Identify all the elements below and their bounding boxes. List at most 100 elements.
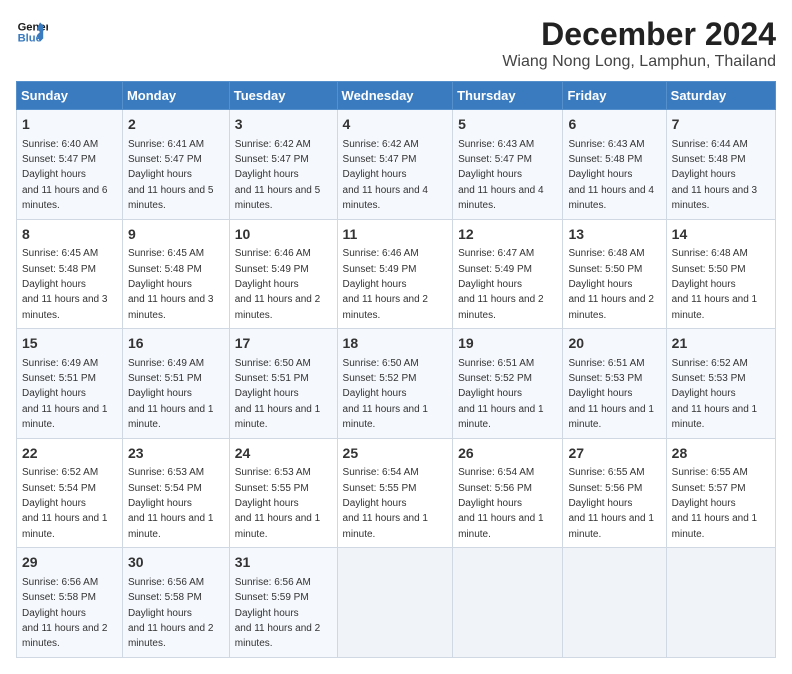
calendar-cell: 27 Sunrise: 6:55 AMSunset: 5:56 PMDaylig… [563, 438, 666, 548]
day-detail: Sunrise: 6:51 AMSunset: 5:52 PMDaylight … [458, 358, 543, 431]
day-number: 14 [672, 225, 770, 245]
day-number: 24 [235, 444, 332, 464]
day-detail: Sunrise: 6:43 AMSunset: 5:48 PMDaylight … [568, 139, 653, 212]
calendar-cell: 7 Sunrise: 6:44 AMSunset: 5:48 PMDayligh… [666, 110, 775, 220]
header-monday: Monday [122, 82, 229, 110]
calendar-cell: 2 Sunrise: 6:41 AMSunset: 5:47 PMDayligh… [122, 110, 229, 220]
day-number: 2 [128, 115, 224, 135]
day-detail: Sunrise: 6:56 AMSunset: 5:58 PMDaylight … [128, 577, 213, 650]
calendar-week-3: 15 Sunrise: 6:49 AMSunset: 5:51 PMDaylig… [17, 329, 776, 439]
day-detail: Sunrise: 6:55 AMSunset: 5:57 PMDaylight … [672, 467, 757, 540]
calendar-cell: 25 Sunrise: 6:54 AMSunset: 5:55 PMDaylig… [337, 438, 453, 548]
calendar-cell: 17 Sunrise: 6:50 AMSunset: 5:51 PMDaylig… [229, 329, 337, 439]
calendar-cell: 11 Sunrise: 6:46 AMSunset: 5:49 PMDaylig… [337, 219, 453, 329]
calendar-cell: 14 Sunrise: 6:48 AMSunset: 5:50 PMDaylig… [666, 219, 775, 329]
day-number: 8 [22, 225, 117, 245]
day-detail: Sunrise: 6:44 AMSunset: 5:48 PMDaylight … [672, 139, 757, 212]
calendar-cell: 18 Sunrise: 6:50 AMSunset: 5:52 PMDaylig… [337, 329, 453, 439]
day-detail: Sunrise: 6:43 AMSunset: 5:47 PMDaylight … [458, 139, 543, 212]
day-detail: Sunrise: 6:50 AMSunset: 5:52 PMDaylight … [343, 358, 428, 431]
calendar-cell [666, 548, 775, 658]
logo: General Blue [16, 16, 48, 48]
calendar-table: Sunday Monday Tuesday Wednesday Thursday… [16, 81, 776, 658]
header-row: Sunday Monday Tuesday Wednesday Thursday… [17, 82, 776, 110]
day-detail: Sunrise: 6:41 AMSunset: 5:47 PMDaylight … [128, 139, 213, 212]
calendar-week-1: 1 Sunrise: 6:40 AMSunset: 5:47 PMDayligh… [17, 110, 776, 220]
header-thursday: Thursday [453, 82, 563, 110]
day-detail: Sunrise: 6:42 AMSunset: 5:47 PMDaylight … [235, 139, 320, 212]
calendar-cell: 23 Sunrise: 6:53 AMSunset: 5:54 PMDaylig… [122, 438, 229, 548]
day-number: 17 [235, 334, 332, 354]
calendar-cell [453, 548, 563, 658]
day-detail: Sunrise: 6:50 AMSunset: 5:51 PMDaylight … [235, 358, 320, 431]
calendar-cell: 8 Sunrise: 6:45 AMSunset: 5:48 PMDayligh… [17, 219, 123, 329]
day-detail: Sunrise: 6:40 AMSunset: 5:47 PMDaylight … [22, 139, 107, 212]
calendar-cell: 12 Sunrise: 6:47 AMSunset: 5:49 PMDaylig… [453, 219, 563, 329]
calendar-cell: 29 Sunrise: 6:56 AMSunset: 5:58 PMDaylig… [17, 548, 123, 658]
day-number: 30 [128, 553, 224, 573]
calendar-cell: 20 Sunrise: 6:51 AMSunset: 5:53 PMDaylig… [563, 329, 666, 439]
header-wednesday: Wednesday [337, 82, 453, 110]
day-detail: Sunrise: 6:51 AMSunset: 5:53 PMDaylight … [568, 358, 653, 431]
day-number: 27 [568, 444, 660, 464]
header-tuesday: Tuesday [229, 82, 337, 110]
day-detail: Sunrise: 6:52 AMSunset: 5:54 PMDaylight … [22, 467, 107, 540]
calendar-cell [337, 548, 453, 658]
calendar-cell: 26 Sunrise: 6:54 AMSunset: 5:56 PMDaylig… [453, 438, 563, 548]
day-detail: Sunrise: 6:49 AMSunset: 5:51 PMDaylight … [22, 358, 107, 431]
day-number: 15 [22, 334, 117, 354]
day-detail: Sunrise: 6:52 AMSunset: 5:53 PMDaylight … [672, 358, 757, 431]
day-detail: Sunrise: 6:48 AMSunset: 5:50 PMDaylight … [568, 248, 653, 321]
day-detail: Sunrise: 6:56 AMSunset: 5:58 PMDaylight … [22, 577, 107, 650]
calendar-cell: 4 Sunrise: 6:42 AMSunset: 5:47 PMDayligh… [337, 110, 453, 220]
day-number: 11 [343, 225, 448, 245]
day-number: 25 [343, 444, 448, 464]
page-header: General Blue December 2024 Wiang Nong Lo… [16, 16, 776, 71]
day-number: 12 [458, 225, 557, 245]
logo-icon: General Blue [16, 16, 48, 48]
day-number: 6 [568, 115, 660, 135]
day-number: 4 [343, 115, 448, 135]
day-number: 10 [235, 225, 332, 245]
day-number: 19 [458, 334, 557, 354]
day-detail: Sunrise: 6:48 AMSunset: 5:50 PMDaylight … [672, 248, 757, 321]
day-detail: Sunrise: 6:45 AMSunset: 5:48 PMDaylight … [22, 248, 107, 321]
calendar-cell: 15 Sunrise: 6:49 AMSunset: 5:51 PMDaylig… [17, 329, 123, 439]
day-detail: Sunrise: 6:49 AMSunset: 5:51 PMDaylight … [128, 358, 213, 431]
day-number: 26 [458, 444, 557, 464]
calendar-cell [563, 548, 666, 658]
calendar-cell: 9 Sunrise: 6:45 AMSunset: 5:48 PMDayligh… [122, 219, 229, 329]
calendar-cell: 6 Sunrise: 6:43 AMSunset: 5:48 PMDayligh… [563, 110, 666, 220]
header-saturday: Saturday [666, 82, 775, 110]
day-number: 9 [128, 225, 224, 245]
day-detail: Sunrise: 6:42 AMSunset: 5:47 PMDaylight … [343, 139, 428, 212]
location-title: Wiang Nong Long, Lamphun, Thailand [502, 53, 776, 71]
day-number: 20 [568, 334, 660, 354]
title-block: December 2024 Wiang Nong Long, Lamphun, … [502, 16, 776, 71]
day-number: 18 [343, 334, 448, 354]
calendar-cell: 16 Sunrise: 6:49 AMSunset: 5:51 PMDaylig… [122, 329, 229, 439]
header-sunday: Sunday [17, 82, 123, 110]
calendar-cell: 30 Sunrise: 6:56 AMSunset: 5:58 PMDaylig… [122, 548, 229, 658]
day-detail: Sunrise: 6:46 AMSunset: 5:49 PMDaylight … [343, 248, 428, 321]
day-number: 31 [235, 553, 332, 573]
calendar-cell: 21 Sunrise: 6:52 AMSunset: 5:53 PMDaylig… [666, 329, 775, 439]
header-friday: Friday [563, 82, 666, 110]
calendar-cell: 13 Sunrise: 6:48 AMSunset: 5:50 PMDaylig… [563, 219, 666, 329]
day-number: 22 [22, 444, 117, 464]
day-detail: Sunrise: 6:47 AMSunset: 5:49 PMDaylight … [458, 248, 543, 321]
calendar-week-4: 22 Sunrise: 6:52 AMSunset: 5:54 PMDaylig… [17, 438, 776, 548]
day-number: 29 [22, 553, 117, 573]
day-number: 21 [672, 334, 770, 354]
month-title: December 2024 [502, 16, 776, 53]
svg-text:General: General [18, 21, 48, 33]
calendar-cell: 22 Sunrise: 6:52 AMSunset: 5:54 PMDaylig… [17, 438, 123, 548]
calendar-cell: 1 Sunrise: 6:40 AMSunset: 5:47 PMDayligh… [17, 110, 123, 220]
day-detail: Sunrise: 6:54 AMSunset: 5:56 PMDaylight … [458, 467, 543, 540]
day-number: 7 [672, 115, 770, 135]
calendar-cell: 10 Sunrise: 6:46 AMSunset: 5:49 PMDaylig… [229, 219, 337, 329]
day-number: 3 [235, 115, 332, 135]
calendar-cell: 28 Sunrise: 6:55 AMSunset: 5:57 PMDaylig… [666, 438, 775, 548]
calendar-cell: 31 Sunrise: 6:56 AMSunset: 5:59 PMDaylig… [229, 548, 337, 658]
calendar-week-5: 29 Sunrise: 6:56 AMSunset: 5:58 PMDaylig… [17, 548, 776, 658]
